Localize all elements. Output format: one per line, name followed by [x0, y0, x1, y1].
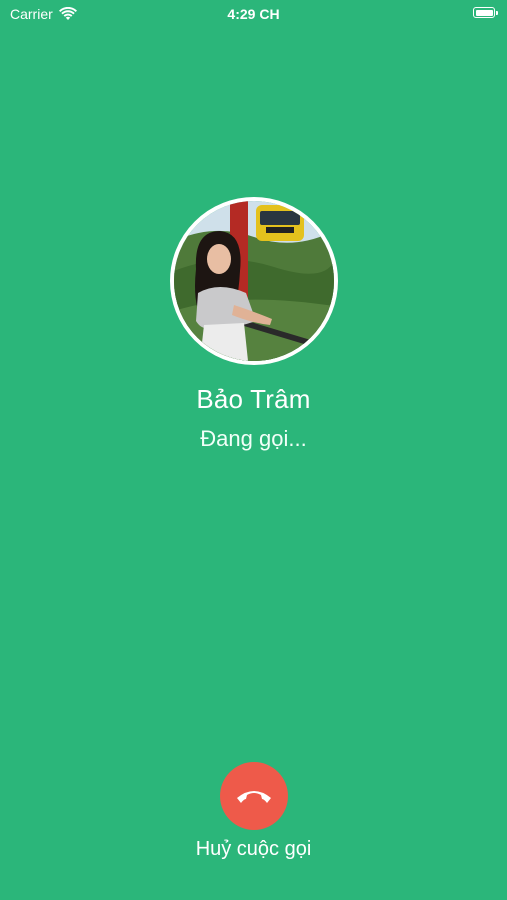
- battery-icon: [473, 7, 498, 18]
- call-status: Đang gọi...: [200, 426, 307, 451]
- avatar-photo: [174, 201, 334, 361]
- phone-hangup-icon: [237, 791, 271, 803]
- caller-name: Bảo Trâm: [196, 384, 311, 414]
- status-time: 4:29 CH: [227, 6, 280, 22]
- status-bar: Carrier 4:29 CH: [0, 0, 507, 28]
- hangup-button[interactable]: [220, 762, 288, 830]
- caller-avatar: [170, 197, 338, 365]
- hangup-label: Huỷ cuộc gọi: [195, 838, 312, 860]
